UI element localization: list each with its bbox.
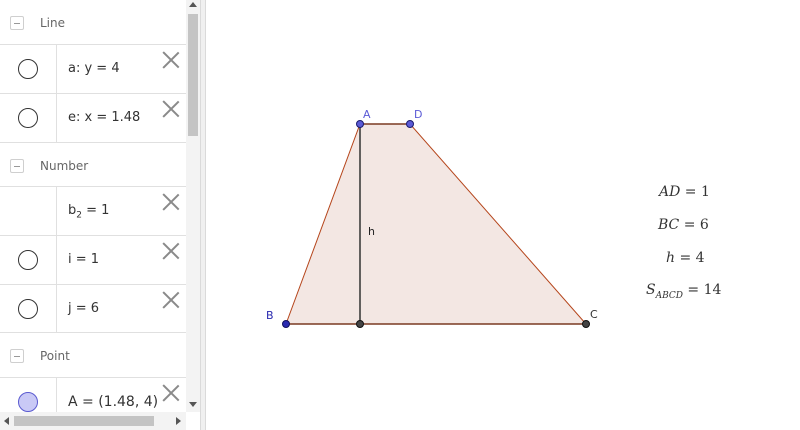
- graphics-canvas[interactable]: A D B C h: [206, 0, 800, 430]
- result-area-lhs: S: [646, 282, 656, 298]
- visibility-cell: [0, 94, 57, 142]
- definition-a[interactable]: a: y = 4: [68, 61, 120, 76]
- label-a: A: [363, 108, 371, 121]
- label-b: B: [266, 309, 274, 322]
- definition-j[interactable]: j = 6: [68, 301, 99, 316]
- height-foot-point[interactable]: [356, 320, 364, 328]
- result-ad-rhs: = 1: [680, 184, 710, 200]
- scroll-down-icon[interactable]: [189, 402, 197, 407]
- algebra-view: Line a: y = 4 e: x = 1.48 Number b2 = 1 …: [0, 0, 200, 430]
- close-icon[interactable]: [162, 291, 180, 309]
- visibility-toggle-icon[interactable]: [18, 250, 38, 270]
- algebra-list: Line a: y = 4 e: x = 1.48 Number b2 = 1 …: [0, 0, 186, 426]
- collapse-icon[interactable]: [10, 349, 24, 363]
- result-h-rhs: = 4: [675, 250, 705, 266]
- scroll-left-icon[interactable]: [4, 417, 9, 425]
- horizontal-scrollbar[interactable]: [0, 412, 186, 430]
- visibility-cell: [0, 187, 57, 235]
- point-a[interactable]: [356, 120, 364, 128]
- visibility-toggle-icon[interactable]: [18, 299, 38, 319]
- algebra-row-a[interactable]: a: y = 4: [0, 44, 186, 93]
- close-icon[interactable]: [162, 193, 180, 211]
- definition-A[interactable]: A = (1.48, 4): [68, 394, 158, 410]
- visibility-cell: [0, 45, 57, 93]
- close-icon[interactable]: [162, 242, 180, 260]
- result-area-rhs: = 14: [682, 282, 722, 298]
- group-label-number: Number: [40, 159, 89, 173]
- vertical-scroll-thumb[interactable]: [188, 14, 198, 136]
- result-bc-rhs: = 6: [679, 217, 709, 233]
- definition-b2[interactable]: b2 = 1: [68, 203, 109, 221]
- collapse-icon[interactable]: [10, 159, 24, 173]
- definition-i[interactable]: i = 1: [68, 252, 99, 267]
- algebra-row-i[interactable]: i = 1: [0, 235, 186, 284]
- trapezoid-abcd[interactable]: [285, 123, 588, 325]
- visibility-toggle-icon[interactable]: [18, 59, 38, 79]
- label-h: h: [368, 225, 375, 238]
- close-icon[interactable]: [162, 384, 180, 402]
- close-icon[interactable]: [162, 100, 180, 118]
- algebra-row-b2[interactable]: b2 = 1: [0, 186, 186, 235]
- result-bc: BC = 6: [658, 217, 709, 233]
- result-h-lhs: h: [666, 250, 676, 266]
- scroll-up-icon[interactable]: [189, 2, 197, 7]
- b2-value: = 1: [82, 203, 110, 218]
- horizontal-scroll-thumb[interactable]: [14, 416, 154, 426]
- result-area-subscript: ABCD: [655, 290, 683, 301]
- point-b[interactable]: [282, 320, 290, 328]
- vertical-scrollbar[interactable]: [186, 0, 200, 412]
- scroll-right-icon[interactable]: [176, 417, 181, 425]
- point-d[interactable]: [406, 120, 414, 128]
- algebra-row-j[interactable]: j = 6: [0, 284, 186, 333]
- group-label-line: Line: [40, 16, 66, 30]
- result-area: SABCD = 14: [646, 282, 721, 301]
- group-header-line[interactable]: Line: [0, 0, 186, 44]
- collapse-icon[interactable]: [10, 16, 24, 30]
- result-bc-lhs: BC: [658, 217, 680, 233]
- group-header-point[interactable]: Point: [0, 333, 186, 377]
- result-ad: AD = 1: [659, 184, 710, 200]
- visibility-toggle-icon[interactable]: [18, 108, 38, 128]
- algebra-row-e[interactable]: e: x = 1.48: [0, 93, 186, 142]
- result-h: h = 4: [666, 250, 705, 266]
- definition-e[interactable]: e: x = 1.48: [68, 110, 140, 125]
- result-ad-lhs: AD: [659, 184, 681, 200]
- visibility-cell: [0, 236, 57, 284]
- graphics-view[interactable]: A D B C h AD = 1 BC = 6 h = 4 SABCD = 14: [206, 0, 800, 430]
- label-c: C: [590, 308, 598, 321]
- close-icon[interactable]: [162, 51, 180, 69]
- visibility-cell: [0, 285, 57, 332]
- visibility-toggle-icon[interactable]: [18, 392, 38, 412]
- group-header-number[interactable]: Number: [0, 142, 186, 186]
- point-c[interactable]: [582, 320, 590, 328]
- group-label-point: Point: [40, 349, 70, 363]
- label-d: D: [414, 108, 422, 121]
